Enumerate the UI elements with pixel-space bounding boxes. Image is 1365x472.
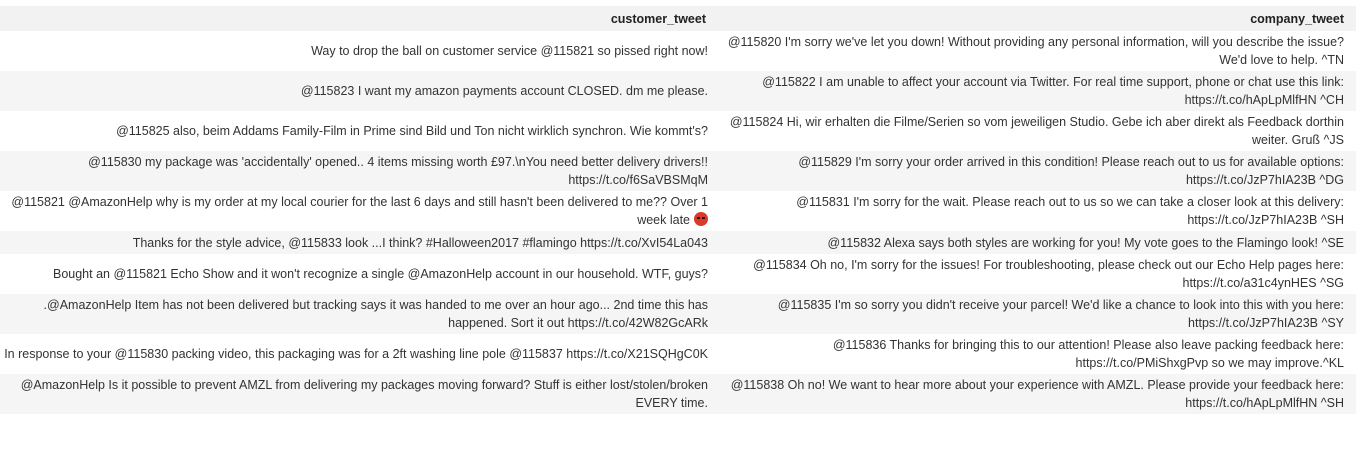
customer-tweet-cell: @115825 also, beim Addams Family-Film in… — [116, 124, 708, 138]
customer-tweet-cell: @AmazonHelp Is it possible to prevent AM… — [0, 374, 718, 414]
customer-tweet-cell: Thanks for the style advice, @115833 loo… — [0, 231, 718, 254]
customer-tweet-text: @115821 @AmazonHelp why is my order at m… — [11, 195, 708, 227]
customer-tweet-cell: @115821 @AmazonHelp why is my order at m… — [0, 191, 718, 231]
angry-face-emoji-icon — [694, 212, 708, 226]
table-row: .@AmazonHelp Item has not been delivered… — [0, 294, 1356, 334]
company-tweet-cell: @115831 I'm sorry for the wait. Please r… — [796, 195, 1344, 227]
company-tweet-cell: @115832 Alexa says both styles are worki… — [718, 231, 1356, 254]
table-row: @115823 I want my amazon payments accoun… — [0, 71, 1356, 111]
customer-tweet-cell: .@AmazonHelp Item has not been delivered… — [0, 294, 718, 334]
customer-tweet-cell: In response to your @115830 packing vide… — [4, 347, 708, 361]
table-row: @115825 also, beim Addams Family-Film in… — [0, 111, 1356, 151]
column-header-customer-tweet[interactable]: customer_tweet — [0, 6, 718, 31]
company-tweet-cell: @115835 I'm so sorry you didn't receive … — [718, 294, 1356, 334]
company-tweet-cell: @115829 I'm sorry your order arrived in … — [718, 151, 1356, 191]
table-row: Thanks for the style advice, @115833 loo… — [0, 231, 1356, 254]
customer-tweet-cell: Bought an @115821 Echo Show and it won't… — [52, 267, 708, 281]
column-header-company-tweet[interactable]: company_tweet — [718, 6, 1356, 31]
table-row: @115830 my package was 'accidentally' op… — [0, 151, 1356, 191]
customer-tweet-cell: @115823 I want my amazon payments accoun… — [0, 71, 718, 111]
table-row: @AmazonHelp Is it possible to prevent AM… — [0, 374, 1356, 414]
header-row: customer_tweet company_tweet — [0, 6, 1356, 31]
company-tweet-cell: @115838 Oh no! We want to hear more abou… — [718, 374, 1356, 414]
table-row: In response to your @115830 packing vide… — [0, 334, 1356, 374]
table-body: Way to drop the ball on customer service… — [0, 31, 1356, 414]
table-row: Bought an @115821 Echo Show and it won't… — [0, 254, 1356, 294]
customer-tweet-cell: @115830 my package was 'accidentally' op… — [0, 151, 718, 191]
company-tweet-cell: @115822 I am unable to affect your accou… — [718, 71, 1356, 111]
table-header: customer_tweet company_tweet — [0, 6, 1356, 31]
table-row: @115821 @AmazonHelp why is my order at m… — [0, 191, 1356, 231]
company-tweet-cell: @115834 Oh no, I'm sorry for the issues!… — [753, 258, 1344, 290]
table-row: Way to drop the ball on customer service… — [0, 31, 1356, 71]
customer-tweet-cell: Way to drop the ball on customer service… — [311, 44, 708, 58]
dataframe-table-container: customer_tweet company_tweet Way to drop… — [0, 6, 1356, 414]
company-tweet-cell: @115824 Hi, wir erhalten die Filme/Serie… — [729, 115, 1344, 147]
dataframe-table: customer_tweet company_tweet Way to drop… — [0, 6, 1356, 414]
company-tweet-cell: @115820 I'm sorry we've let you down! Wi… — [727, 35, 1344, 67]
company-tweet-cell: @115836 Thanks for bringing this to our … — [832, 338, 1344, 370]
